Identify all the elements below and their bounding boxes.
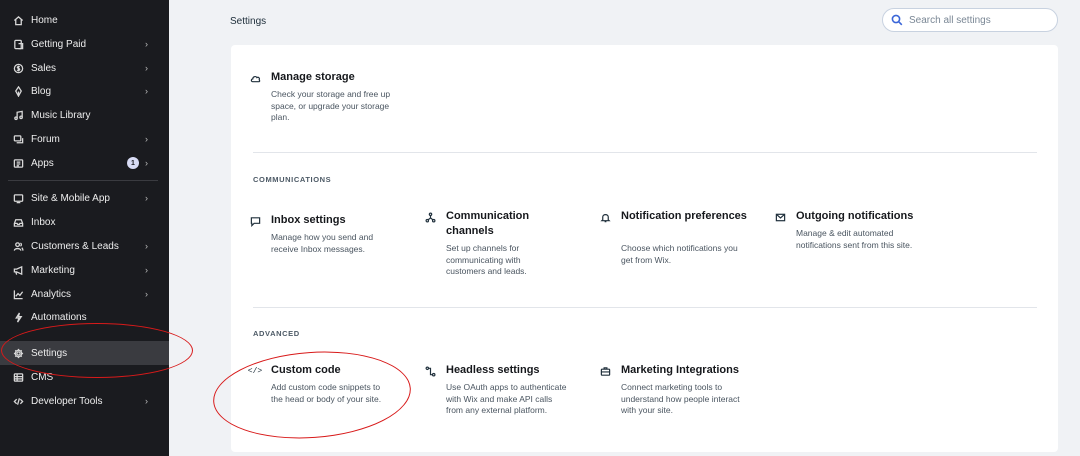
sidebar-item-label: CMS	[31, 371, 54, 383]
chevron-right-icon: ›	[145, 289, 148, 299]
tile-description: Use OAuth apps to authenticate with Wix …	[446, 382, 567, 415]
tile-description: Manage & edit automated notifications se…	[796, 228, 913, 250]
tile-title: Communication channels	[446, 210, 530, 237]
sidebar-item-apps[interactable]: Apps 1 ›	[0, 152, 169, 174]
tile-title: Headless settings	[446, 364, 540, 376]
sidebar-item-label: Customers & Leads	[31, 240, 119, 252]
tile-title: Outgoing notifications	[796, 210, 914, 222]
pen-icon	[11, 84, 25, 98]
inbox-icon	[11, 215, 25, 229]
sidebar-item-settings[interactable]: Settings	[0, 341, 169, 365]
megaphone-icon	[11, 263, 25, 277]
sidebar-item-label: Developer Tools	[31, 395, 103, 407]
database-icon	[11, 370, 25, 384]
search-input[interactable]	[909, 14, 1039, 26]
sidebar-item-blog[interactable]: Blog ›	[0, 80, 169, 102]
sidebar-item-label: Blog	[31, 85, 52, 97]
sidebar-item-label: Automations	[31, 311, 87, 323]
sidebar-item-marketing[interactable]: Marketing ›	[0, 259, 169, 281]
sidebar-item-customers-leads[interactable]: Customers & Leads ›	[0, 235, 169, 257]
channels-icon	[423, 210, 437, 224]
search-icon	[891, 14, 903, 26]
tile-title: Notification preferences	[621, 210, 747, 222]
tile-description: Manage how you send and receive Inbox me…	[271, 232, 374, 254]
music-icon	[11, 108, 25, 122]
sidebar-item-sales[interactable]: Sales ›	[0, 57, 169, 79]
sidebar-item-analytics[interactable]: Analytics ›	[0, 283, 169, 305]
lightning-icon	[11, 310, 25, 324]
chevron-right-icon: ›	[145, 158, 148, 168]
search-box[interactable]	[882, 8, 1058, 32]
envelope-icon	[773, 210, 787, 224]
tile-description: Add custom code snippets to the head or …	[271, 382, 382, 404]
home-icon	[11, 13, 25, 27]
chevron-right-icon: ›	[145, 134, 148, 144]
gear-icon	[11, 346, 25, 360]
payment-icon	[11, 37, 25, 51]
section-divider	[253, 152, 1037, 153]
sidebar-item-label: Site & Mobile App	[31, 192, 110, 204]
sidebar-item-music-library[interactable]: Music Library	[0, 104, 169, 126]
chevron-right-icon: ›	[145, 396, 148, 406]
forum-icon	[11, 132, 25, 146]
bell-icon	[598, 210, 612, 224]
tile-description: Set up channels for communicating with c…	[446, 243, 527, 276]
tile-title: Custom code	[271, 364, 341, 376]
sidebar-item-label: Forum	[31, 133, 60, 145]
sidebar-item-automations[interactable]: Automations	[0, 306, 169, 328]
sidebar-item-label: Settings	[31, 347, 68, 359]
site-icon	[11, 191, 25, 205]
dollar-icon	[11, 61, 25, 75]
chevron-right-icon: ›	[145, 193, 148, 203]
sidebar-item-label: Sales	[31, 62, 57, 74]
sidebar: Home Getting Paid › Sales › Blog › Music…	[0, 0, 169, 456]
chevron-right-icon: ›	[145, 265, 148, 275]
chevron-right-icon: ›	[145, 39, 148, 49]
sidebar-divider	[8, 180, 158, 181]
page-header: Settings	[169, 0, 1080, 45]
section-divider	[253, 307, 1037, 308]
briefcase-icon	[598, 364, 612, 378]
sidebar-item-getting-paid[interactable]: Getting Paid ›	[0, 33, 169, 55]
tile-title: Marketing Integrations	[621, 364, 739, 376]
code-icon	[11, 394, 25, 408]
headless-icon	[423, 364, 437, 378]
chevron-right-icon: ›	[145, 63, 148, 73]
sidebar-item-developer-tools[interactable]: Developer Tools ›	[0, 390, 169, 412]
cloud-icon	[248, 71, 262, 85]
sidebar-item-label: Apps	[31, 157, 54, 169]
sidebar-item-home[interactable]: Home	[0, 9, 169, 31]
sidebar-item-inbox[interactable]: Inbox	[0, 211, 169, 233]
sidebar-item-label: Music Library	[31, 109, 91, 121]
tile-title: Inbox settings	[271, 214, 346, 226]
section-title-advanced: ADVANCED	[253, 329, 300, 338]
chevron-right-icon: ›	[145, 86, 148, 96]
tile-description: Connect marketing tools to understand ho…	[621, 382, 740, 415]
sidebar-item-label: Getting Paid	[31, 38, 87, 50]
sidebar-item-label: Analytics	[31, 288, 72, 300]
apps-icon	[11, 156, 25, 170]
chat-icon	[248, 214, 262, 228]
customers-icon	[11, 239, 25, 253]
analytics-icon	[11, 287, 25, 301]
tile-description: Check your storage and free up space, or…	[271, 89, 391, 122]
code-icon: </>	[247, 366, 263, 376]
settings-card: Manage storage Check your storage and fr…	[231, 45, 1058, 452]
tile-description: Choose which notifications you get from …	[621, 243, 738, 265]
sidebar-item-forum[interactable]: Forum ›	[0, 128, 169, 150]
section-title-communications: COMMUNICATIONS	[253, 175, 332, 184]
page-title: Settings	[230, 16, 267, 27]
tile-title: Manage storage	[271, 71, 355, 83]
sidebar-item-label: Inbox	[31, 216, 56, 228]
sidebar-item-label: Marketing	[31, 264, 75, 276]
chevron-right-icon: ›	[145, 241, 148, 251]
sidebar-item-label: Home	[31, 14, 58, 26]
sidebar-item-cms[interactable]: CMS	[0, 366, 169, 388]
apps-count-badge: 1	[127, 157, 139, 169]
sidebar-item-site-mobile-app[interactable]: Site & Mobile App ›	[0, 187, 169, 209]
